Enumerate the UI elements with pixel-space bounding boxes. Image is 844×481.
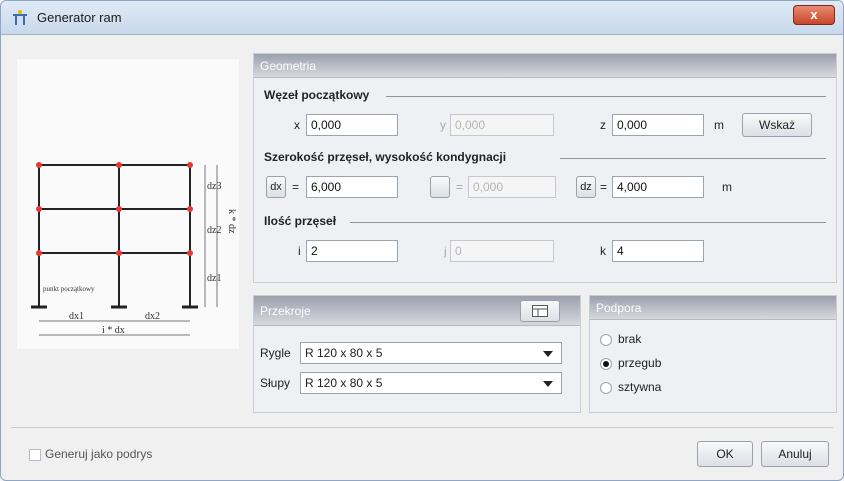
slupy-value: R 120 x 80 x 5 [305, 376, 383, 390]
support-none-label[interactable]: brak [618, 332, 641, 346]
j-label: j [444, 244, 447, 258]
slupy-select[interactable]: R 120 x 80 x 5 [300, 372, 562, 394]
z-label: z [600, 118, 606, 132]
rygle-value: R 120 x 80 x 5 [305, 346, 383, 360]
support-panel: Podpora brak przegub sztywna [589, 295, 837, 413]
generate-outline-checkbox[interactable] [29, 449, 41, 461]
idx-label: i * dx [102, 325, 125, 336]
dz-equals: = [600, 180, 608, 194]
support-header: Podpora [590, 296, 836, 320]
dz-unit: m [722, 180, 732, 194]
dz-input[interactable]: 4,000 [612, 176, 704, 198]
support-hinge-radio[interactable] [600, 358, 612, 370]
x-label: x [294, 118, 300, 132]
i-label: i [298, 244, 301, 258]
support-fixed-label[interactable]: sztywna [618, 380, 661, 394]
slupy-label: Słupy [260, 376, 291, 390]
window-title: Generator ram [37, 10, 122, 25]
dz3-label: dz3 [207, 181, 221, 192]
span-count-label: Ilość przęseł [264, 214, 337, 228]
sections-panel: Przekroje Rygle R 120 x 80 x 5 Słupy R 1… [253, 295, 581, 413]
dy-button [430, 176, 450, 198]
dx-input[interactable]: 6,000 [306, 176, 398, 198]
section-library-button[interactable] [520, 300, 560, 322]
span-count-divider [350, 222, 826, 223]
j-input: 0 [450, 240, 554, 262]
x-input[interactable]: 0,000 [306, 114, 398, 136]
pick-point-button[interactable]: Wskaż [742, 113, 812, 137]
dx-equals: = [292, 180, 300, 194]
dx2-label: dx2 [145, 311, 160, 322]
sections-title: Przekroje [260, 304, 311, 318]
support-fixed-radio[interactable] [600, 382, 612, 394]
frame-generator-icon [13, 10, 27, 25]
table-icon [532, 305, 548, 317]
k-input[interactable]: 4 [612, 240, 704, 262]
start-node-divider [386, 96, 826, 97]
ok-button[interactable]: OK [697, 441, 753, 467]
start-node-label: Węzeł początkowy [264, 88, 370, 102]
rygle-label: Rygle [260, 346, 291, 360]
dz-button[interactable]: dz [576, 176, 596, 198]
start-point-label: punkt początkowy [43, 285, 95, 293]
footer-divider [11, 427, 833, 428]
i-input[interactable]: 2 [306, 240, 398, 262]
spans-label: Szerokość przęseł, wysokość kondygnacji [264, 150, 507, 164]
support-none-radio[interactable] [600, 334, 612, 346]
geometry-header: Geometria [254, 54, 836, 78]
kdz-label: k * dz [226, 209, 237, 234]
dx-button[interactable]: dx [266, 176, 286, 198]
dy-input: 0,000 [468, 176, 556, 198]
dy-equals: = [456, 180, 464, 194]
support-hinge-label[interactable]: przegub [618, 356, 661, 370]
geometry-panel: Geometria Węzeł początkowy x 0,000 y 0,0… [253, 53, 837, 283]
k-label: k [600, 244, 606, 258]
dz2-label: dz2 [207, 225, 221, 236]
title-bar[interactable]: Generator ram x [1, 1, 843, 35]
chevron-down-icon [543, 351, 553, 357]
chevron-down-icon [543, 381, 553, 387]
frame-preview: dz3 dz2 dz1 k * dz dx1 dx2 i * dx punkt … [17, 59, 239, 349]
dx1-label: dx1 [69, 311, 84, 322]
cancel-button[interactable]: Anuluj [761, 441, 829, 467]
z-unit: m [714, 118, 724, 132]
rygle-select[interactable]: R 120 x 80 x 5 [300, 342, 562, 364]
spans-divider [560, 158, 826, 159]
dz1-label: dz1 [207, 273, 221, 284]
z-input[interactable]: 0,000 [612, 114, 704, 136]
dialog-body: dz3 dz2 dz1 k * dz dx1 dx2 i * dx punkt … [7, 37, 837, 477]
generator-dialog: Generator ram x dz3 dz2 dz1 k * dz dx1 d… [0, 0, 844, 481]
generate-outline-label[interactable]: Generuj jako podrys [45, 447, 152, 461]
close-button[interactable]: x [793, 5, 835, 25]
y-label: y [440, 118, 446, 132]
y-input: 0,000 [450, 114, 554, 136]
